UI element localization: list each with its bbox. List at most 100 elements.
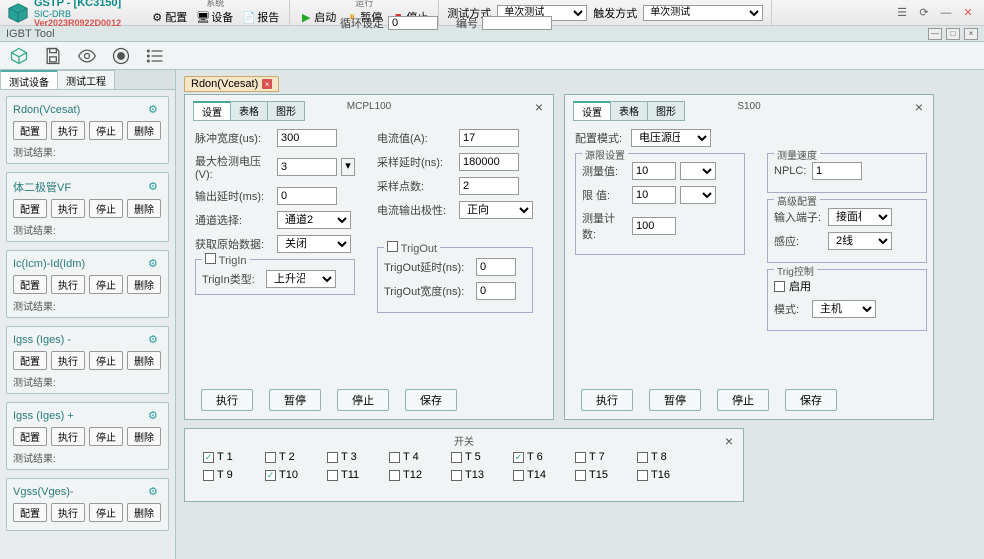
meas-val-input[interactable] xyxy=(632,162,676,180)
block-config-button[interactable]: 配置 xyxy=(13,503,47,522)
panelB-close-icon[interactable]: × xyxy=(911,99,927,115)
block-stop-button[interactable]: 停止 xyxy=(89,503,123,522)
limit-unit[interactable]: mA xyxy=(680,186,716,204)
gear-icon[interactable]: ⚙ xyxy=(148,485,162,499)
switch-item[interactable]: T12 xyxy=(389,469,451,481)
win-minimize-icon[interactable]: — xyxy=(938,5,954,21)
switch-checkbox[interactable] xyxy=(389,470,400,481)
switch-checkbox[interactable] xyxy=(265,470,276,481)
switch-item[interactable]: T 2 xyxy=(265,451,327,463)
switch-item[interactable]: T 3 xyxy=(327,451,389,463)
rawdata-select[interactable]: 关闭 xyxy=(277,235,351,253)
trigout-width-input[interactable] xyxy=(476,282,516,300)
block-config-button[interactable]: 配置 xyxy=(13,427,47,446)
switch-item[interactable]: T 6 xyxy=(513,451,575,463)
block-run-button[interactable]: 执行 xyxy=(51,275,85,294)
subwin-close-icon[interactable]: × xyxy=(964,28,978,40)
block-delete-button[interactable]: 删除 xyxy=(127,427,161,446)
tb-cube-icon[interactable] xyxy=(8,45,30,67)
block-run-button[interactable]: 执行 xyxy=(51,121,85,140)
switch-item[interactable]: T 4 xyxy=(389,451,451,463)
trig-mode-select[interactable]: 主机 xyxy=(812,300,876,318)
trigout-delay-input[interactable] xyxy=(476,258,516,276)
gear-icon[interactable]: ⚙ xyxy=(148,257,162,271)
trigin-checkbox[interactable] xyxy=(205,253,216,264)
switch-checkbox[interactable] xyxy=(513,452,524,463)
panelA-tab-table[interactable]: 表格 xyxy=(230,101,268,121)
switch-item[interactable]: T 7 xyxy=(575,451,637,463)
subwin-max-icon[interactable]: □ xyxy=(946,28,960,40)
loop-input[interactable] xyxy=(388,16,438,30)
switch-checkbox[interactable] xyxy=(389,452,400,463)
panel-switch-close-icon[interactable]: × xyxy=(721,433,737,449)
block-delete-button[interactable]: 删除 xyxy=(127,275,161,294)
panelB-tab-settings[interactable]: 设置 xyxy=(573,101,611,121)
pulse-width-input[interactable] xyxy=(277,129,337,147)
tb-list-icon[interactable] xyxy=(144,45,166,67)
switch-item[interactable]: T13 xyxy=(451,469,513,481)
switch-checkbox[interactable] xyxy=(451,470,462,481)
samp-points-input[interactable] xyxy=(459,177,519,195)
left-tab-project[interactable]: 测试工程 xyxy=(57,70,115,89)
polarity-select[interactable]: 正向 xyxy=(459,201,533,219)
block-delete-button[interactable]: 删除 xyxy=(127,199,161,218)
panelA-stop-button[interactable]: 停止 xyxy=(337,389,389,411)
cfgmode-select[interactable]: 电压源压 xyxy=(631,129,711,147)
channel-select[interactable]: 通道2 xyxy=(277,211,351,229)
menu-start[interactable]: ▶启动 xyxy=(298,8,338,26)
input-term-select[interactable]: 接面板 xyxy=(828,208,892,226)
block-delete-button[interactable]: 删除 xyxy=(127,121,161,140)
block-stop-button[interactable]: 停止 xyxy=(89,199,123,218)
switch-item[interactable]: T10 xyxy=(265,469,327,481)
switch-item[interactable]: T 8 xyxy=(637,451,699,463)
switch-checkbox[interactable] xyxy=(327,470,338,481)
trigout-checkbox[interactable] xyxy=(387,241,398,252)
meas-val-unit[interactable]: V xyxy=(680,162,716,180)
switch-checkbox[interactable] xyxy=(203,470,214,481)
block-stop-button[interactable]: 停止 xyxy=(89,427,123,446)
block-run-button[interactable]: 执行 xyxy=(51,199,85,218)
block-stop-button[interactable]: 停止 xyxy=(89,121,123,140)
block-config-button[interactable]: 配置 xyxy=(13,275,47,294)
menu-report[interactable]: 📄报告 xyxy=(241,8,281,26)
block-config-button[interactable]: 配置 xyxy=(13,121,47,140)
switch-checkbox[interactable] xyxy=(203,452,214,463)
win-close-icon[interactable]: ✕ xyxy=(960,5,976,21)
switch-checkbox[interactable] xyxy=(451,452,462,463)
limit-input[interactable] xyxy=(632,186,676,204)
switch-checkbox[interactable] xyxy=(637,452,648,463)
panelA-pause-button[interactable]: 暂停 xyxy=(269,389,321,411)
gear-icon[interactable]: ⚙ xyxy=(148,103,162,117)
switch-item[interactable]: T15 xyxy=(575,469,637,481)
tb-save-icon[interactable] xyxy=(42,45,64,67)
panelA-run-button[interactable]: 执行 xyxy=(201,389,253,411)
trigmode-select[interactable]: 单次测试 xyxy=(643,5,763,21)
switch-checkbox[interactable] xyxy=(513,470,524,481)
panelA-close-icon[interactable]: × xyxy=(531,99,547,115)
win-restore-icon[interactable]: ⟳ xyxy=(916,5,932,21)
gear-icon[interactable]: ⚙ xyxy=(148,409,162,423)
menu-device[interactable]: 🖥设备 xyxy=(195,8,235,26)
block-stop-button[interactable]: 停止 xyxy=(89,351,123,370)
max-voltage-input[interactable] xyxy=(277,158,337,176)
block-config-button[interactable]: 配置 xyxy=(13,351,47,370)
panelB-run-button[interactable]: 执行 xyxy=(581,389,633,411)
block-run-button[interactable]: 执行 xyxy=(51,351,85,370)
doc-tab-rdon[interactable]: Rdon(Vcesat) × xyxy=(184,76,279,92)
switch-checkbox[interactable] xyxy=(327,452,338,463)
switch-checkbox[interactable] xyxy=(575,452,586,463)
meas-count-input[interactable] xyxy=(632,217,676,235)
switch-checkbox[interactable] xyxy=(637,470,648,481)
block-stop-button[interactable]: 停止 xyxy=(89,275,123,294)
gear-icon[interactable]: ⚙ xyxy=(148,180,162,194)
panelB-pause-button[interactable]: 暂停 xyxy=(649,389,701,411)
sense-select[interactable]: 2线 xyxy=(828,232,892,250)
block-delete-button[interactable]: 删除 xyxy=(127,503,161,522)
switch-item[interactable]: T 5 xyxy=(451,451,513,463)
current-input[interactable] xyxy=(459,129,519,147)
switch-item[interactable]: T 9 xyxy=(203,469,265,481)
switch-checkbox[interactable] xyxy=(265,452,276,463)
panelB-tab-table[interactable]: 表格 xyxy=(610,101,648,121)
out-delay-input[interactable] xyxy=(277,187,337,205)
win-opts-icon[interactable]: ☰ xyxy=(894,5,910,21)
